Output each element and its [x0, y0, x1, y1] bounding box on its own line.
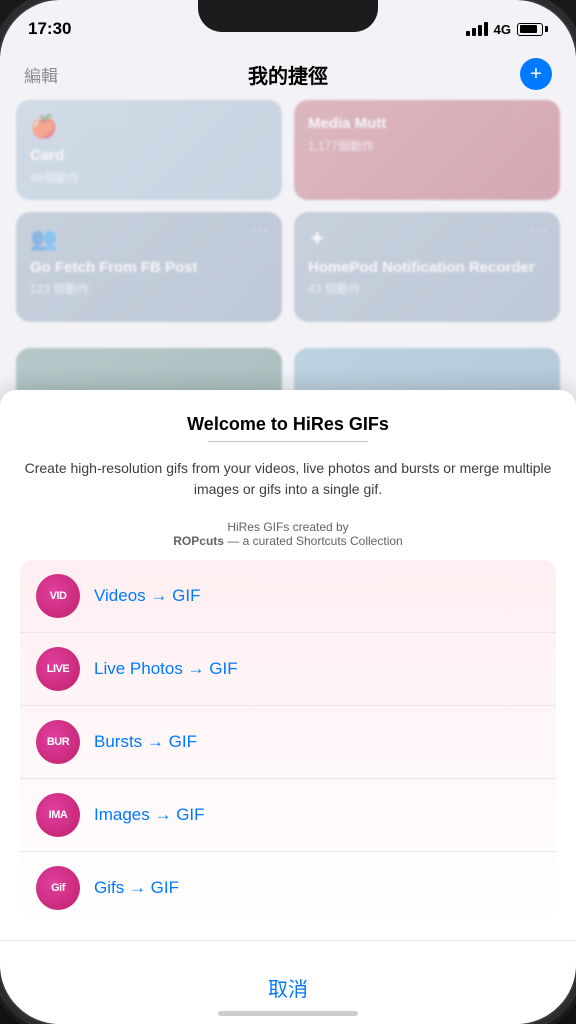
- menu-item-live[interactable]: LIVE Live Photos → GIF: [20, 633, 556, 706]
- images-icon: IMA: [36, 793, 80, 837]
- videos-icon: VID: [36, 574, 80, 618]
- menu-item-videos[interactable]: VID Videos → GIF: [20, 560, 556, 633]
- menu-list: VIDVideos → GIFLIVELive Photos → GIFBURB…: [20, 560, 556, 924]
- card-title: Media Mutt: [308, 114, 546, 134]
- notch: [198, 0, 378, 32]
- sparkle-icon: ✦: [308, 226, 546, 252]
- shortcut-card-go-fetch: ··· 👥 Go Fetch From FB Post 123 個動作: [16, 212, 282, 322]
- page-title: 我的捷徑: [248, 60, 328, 89]
- menu-label-videos: Videos → GIF: [94, 586, 200, 606]
- card-title: Card: [30, 146, 268, 166]
- bottom-sheet: Welcome to HiRes GIFs Create high-resolu…: [0, 390, 576, 1024]
- menu-label-images: Images → GIF: [94, 805, 205, 825]
- add-shortcut-button[interactable]: +: [520, 58, 552, 90]
- sheet-title: Welcome to HiRes GIFs: [24, 414, 552, 435]
- card-title: HomePod Notification Recorder: [308, 258, 546, 278]
- card-title: Go Fetch From FB Post: [30, 258, 268, 278]
- menu-label-gifs: Gifs → GIF: [94, 878, 179, 898]
- credit-line1: HiRes GIFs created by: [24, 520, 552, 534]
- menu-label-bursts: Bursts → GIF: [94, 732, 197, 752]
- signal-bars-icon: [466, 22, 488, 36]
- apple-icon: 🍎: [30, 114, 268, 140]
- phone-frame: 17:30 4G 編輯 我的捷徑 +: [0, 0, 576, 1024]
- credit-brand: ROPcuts: [173, 534, 224, 548]
- status-icons: 4G: [466, 22, 548, 37]
- gifs-icon: Gif: [36, 866, 80, 910]
- live-icon: LIVE: [36, 647, 80, 691]
- menu-item-bursts[interactable]: BUR Bursts → GIF: [20, 706, 556, 779]
- sheet-description: Create high-resolution gifs from your vi…: [24, 458, 552, 500]
- battery-icon: [517, 23, 548, 36]
- card-subtitle: 49個動作: [30, 169, 268, 186]
- card-subtitle: 123 個動作: [30, 280, 268, 297]
- shortcut-card-media-mutt: Media Mutt 1,177個動作: [294, 100, 560, 200]
- nav-bar: 編輯 我的捷徑 +: [0, 48, 576, 100]
- card-subtitle: 1,177個動作: [308, 137, 546, 154]
- menu-item-gifs[interactable]: Gif Gifs → GIF: [20, 852, 556, 924]
- bursts-icon: BUR: [36, 720, 80, 764]
- card-dots: ···: [529, 222, 548, 240]
- sheet-content: Welcome to HiRes GIFs Create high-resolu…: [0, 398, 576, 940]
- sheet-title-underline: [208, 441, 368, 442]
- network-type: 4G: [494, 22, 511, 37]
- credit-line2: ROPcuts — a curated Shortcuts Collection: [24, 534, 552, 548]
- status-time: 17:30: [28, 19, 71, 39]
- card-subtitle: 43 個動作: [308, 280, 546, 297]
- people-icon: 👥: [30, 226, 268, 252]
- sheet-credit: HiRes GIFs created by ROPcuts — a curate…: [24, 520, 552, 548]
- menu-label-live: Live Photos → GIF: [94, 659, 238, 679]
- shortcut-card-homepod: ··· ✦ HomePod Notification Recorder 43 個…: [294, 212, 560, 322]
- screen: 17:30 4G 編輯 我的捷徑 +: [0, 0, 576, 1024]
- menu-item-images[interactable]: IMA Images → GIF: [20, 779, 556, 852]
- shortcut-card-apple: 🍎 Card 49個動作: [16, 100, 282, 200]
- home-indicator: [218, 1011, 358, 1016]
- cancel-button[interactable]: 取消: [24, 957, 552, 1018]
- card-dots: ···: [251, 222, 270, 240]
- shortcuts-grid: 🍎 Card 49個動作 Media Mutt 1,177個動作 ··· 👥 G…: [16, 100, 560, 322]
- edit-button[interactable]: 編輯: [24, 62, 58, 87]
